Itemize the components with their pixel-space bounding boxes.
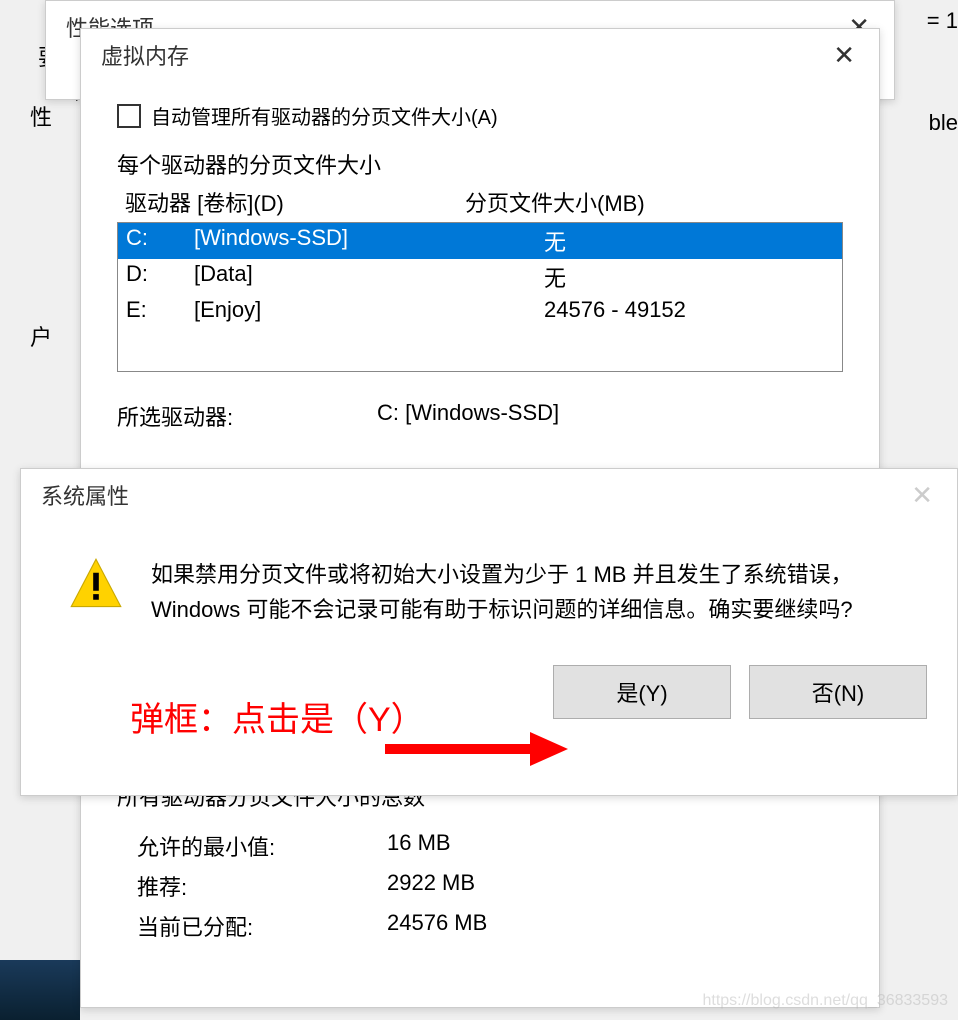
drive-row-c[interactable]: C: [Windows-SSD] 无 bbox=[118, 223, 842, 259]
current-label: 当前已分配: bbox=[137, 910, 387, 942]
drive-list-headers: 驱动器 [卷标](D) 分页文件大小(MB) bbox=[117, 186, 843, 218]
header-drive: 驱动器 [卷标](D) bbox=[125, 186, 465, 218]
drive-list[interactable]: C: [Windows-SSD] 无 D: [Data] 无 E: [Enjoy… bbox=[117, 222, 843, 372]
drive-pagefile-size: 无 bbox=[544, 261, 834, 293]
drive-pagefile-size: 无 bbox=[544, 225, 834, 257]
auto-manage-label: 自动管理所有驱动器的分页文件大小(A) bbox=[151, 101, 498, 130]
bg-text-fragment: = 1 bbox=[927, 8, 958, 34]
taskbar-thumbnail bbox=[0, 960, 80, 1020]
bg-text-fragment: 户 bbox=[30, 320, 52, 352]
titlebar: 虚拟内存 ✕ bbox=[81, 29, 879, 81]
confirm-message-line2: Windows 可能不会记录可能有助于标识问题的详细信息。确实要继续吗? bbox=[151, 592, 853, 627]
checkbox-unchecked-icon[interactable] bbox=[117, 104, 141, 128]
drive-volume-label: [Enjoy] bbox=[194, 297, 544, 323]
recommended-value: 2922 MB bbox=[387, 870, 475, 902]
close-icon[interactable]: ✕ bbox=[903, 480, 941, 511]
current-value: 24576 MB bbox=[387, 910, 487, 942]
bg-text-fragment: 性 bbox=[30, 100, 52, 132]
selected-drive-value: C: [Windows-SSD] bbox=[377, 400, 559, 432]
titlebar: 系统属性 ✕ bbox=[21, 469, 957, 521]
annotation-arrow-icon bbox=[380, 724, 570, 774]
dialog-title: 系统属性 bbox=[41, 479, 129, 511]
auto-manage-checkbox-row[interactable]: 自动管理所有驱动器的分页文件大小(A) bbox=[117, 101, 843, 130]
drive-volume-label: [Data] bbox=[194, 261, 544, 293]
watermark: https://blog.csdn.net/qq_36833593 bbox=[702, 992, 948, 1010]
drive-pagefile-size: 24576 - 49152 bbox=[544, 297, 834, 323]
selected-drive-row: 所选驱动器: C: [Windows-SSD] bbox=[117, 400, 843, 432]
min-value: 16 MB bbox=[387, 830, 451, 862]
drive-volume-label: [Windows-SSD] bbox=[194, 225, 544, 257]
confirm-message: 如果禁用分页文件或将初始大小设置为少于 1 MB 并且发生了系统错误， Wind… bbox=[151, 557, 853, 627]
drive-letter: E: bbox=[126, 297, 194, 323]
drive-row-e[interactable]: E: [Enjoy] 24576 - 49152 bbox=[118, 295, 842, 325]
min-label: 允许的最小值: bbox=[137, 830, 387, 862]
each-drive-section-label: 每个驱动器的分页文件大小 bbox=[117, 148, 843, 180]
selected-drive-label: 所选驱动器: bbox=[117, 400, 377, 432]
confirm-message-line1: 如果禁用分页文件或将初始大小设置为少于 1 MB 并且发生了系统错误， bbox=[151, 557, 853, 592]
no-button[interactable]: 否(N) bbox=[749, 665, 927, 719]
header-size: 分页文件大小(MB) bbox=[465, 186, 835, 218]
drive-letter: D: bbox=[126, 261, 194, 293]
totals-section: 所有驱动器分页文件大小的总数 允许的最小值: 16 MB 推荐: 2922 MB… bbox=[117, 780, 843, 946]
drive-letter: C: bbox=[126, 225, 194, 257]
warning-icon bbox=[69, 557, 123, 611]
bg-text-fragment: ble bbox=[929, 110, 958, 136]
drive-row-d[interactable]: D: [Data] 无 bbox=[118, 259, 842, 295]
window-title: 虚拟内存 bbox=[101, 39, 189, 71]
recommended-label: 推荐: bbox=[137, 870, 387, 902]
close-icon[interactable]: ✕ bbox=[825, 40, 863, 71]
yes-button[interactable]: 是(Y) bbox=[553, 665, 731, 719]
